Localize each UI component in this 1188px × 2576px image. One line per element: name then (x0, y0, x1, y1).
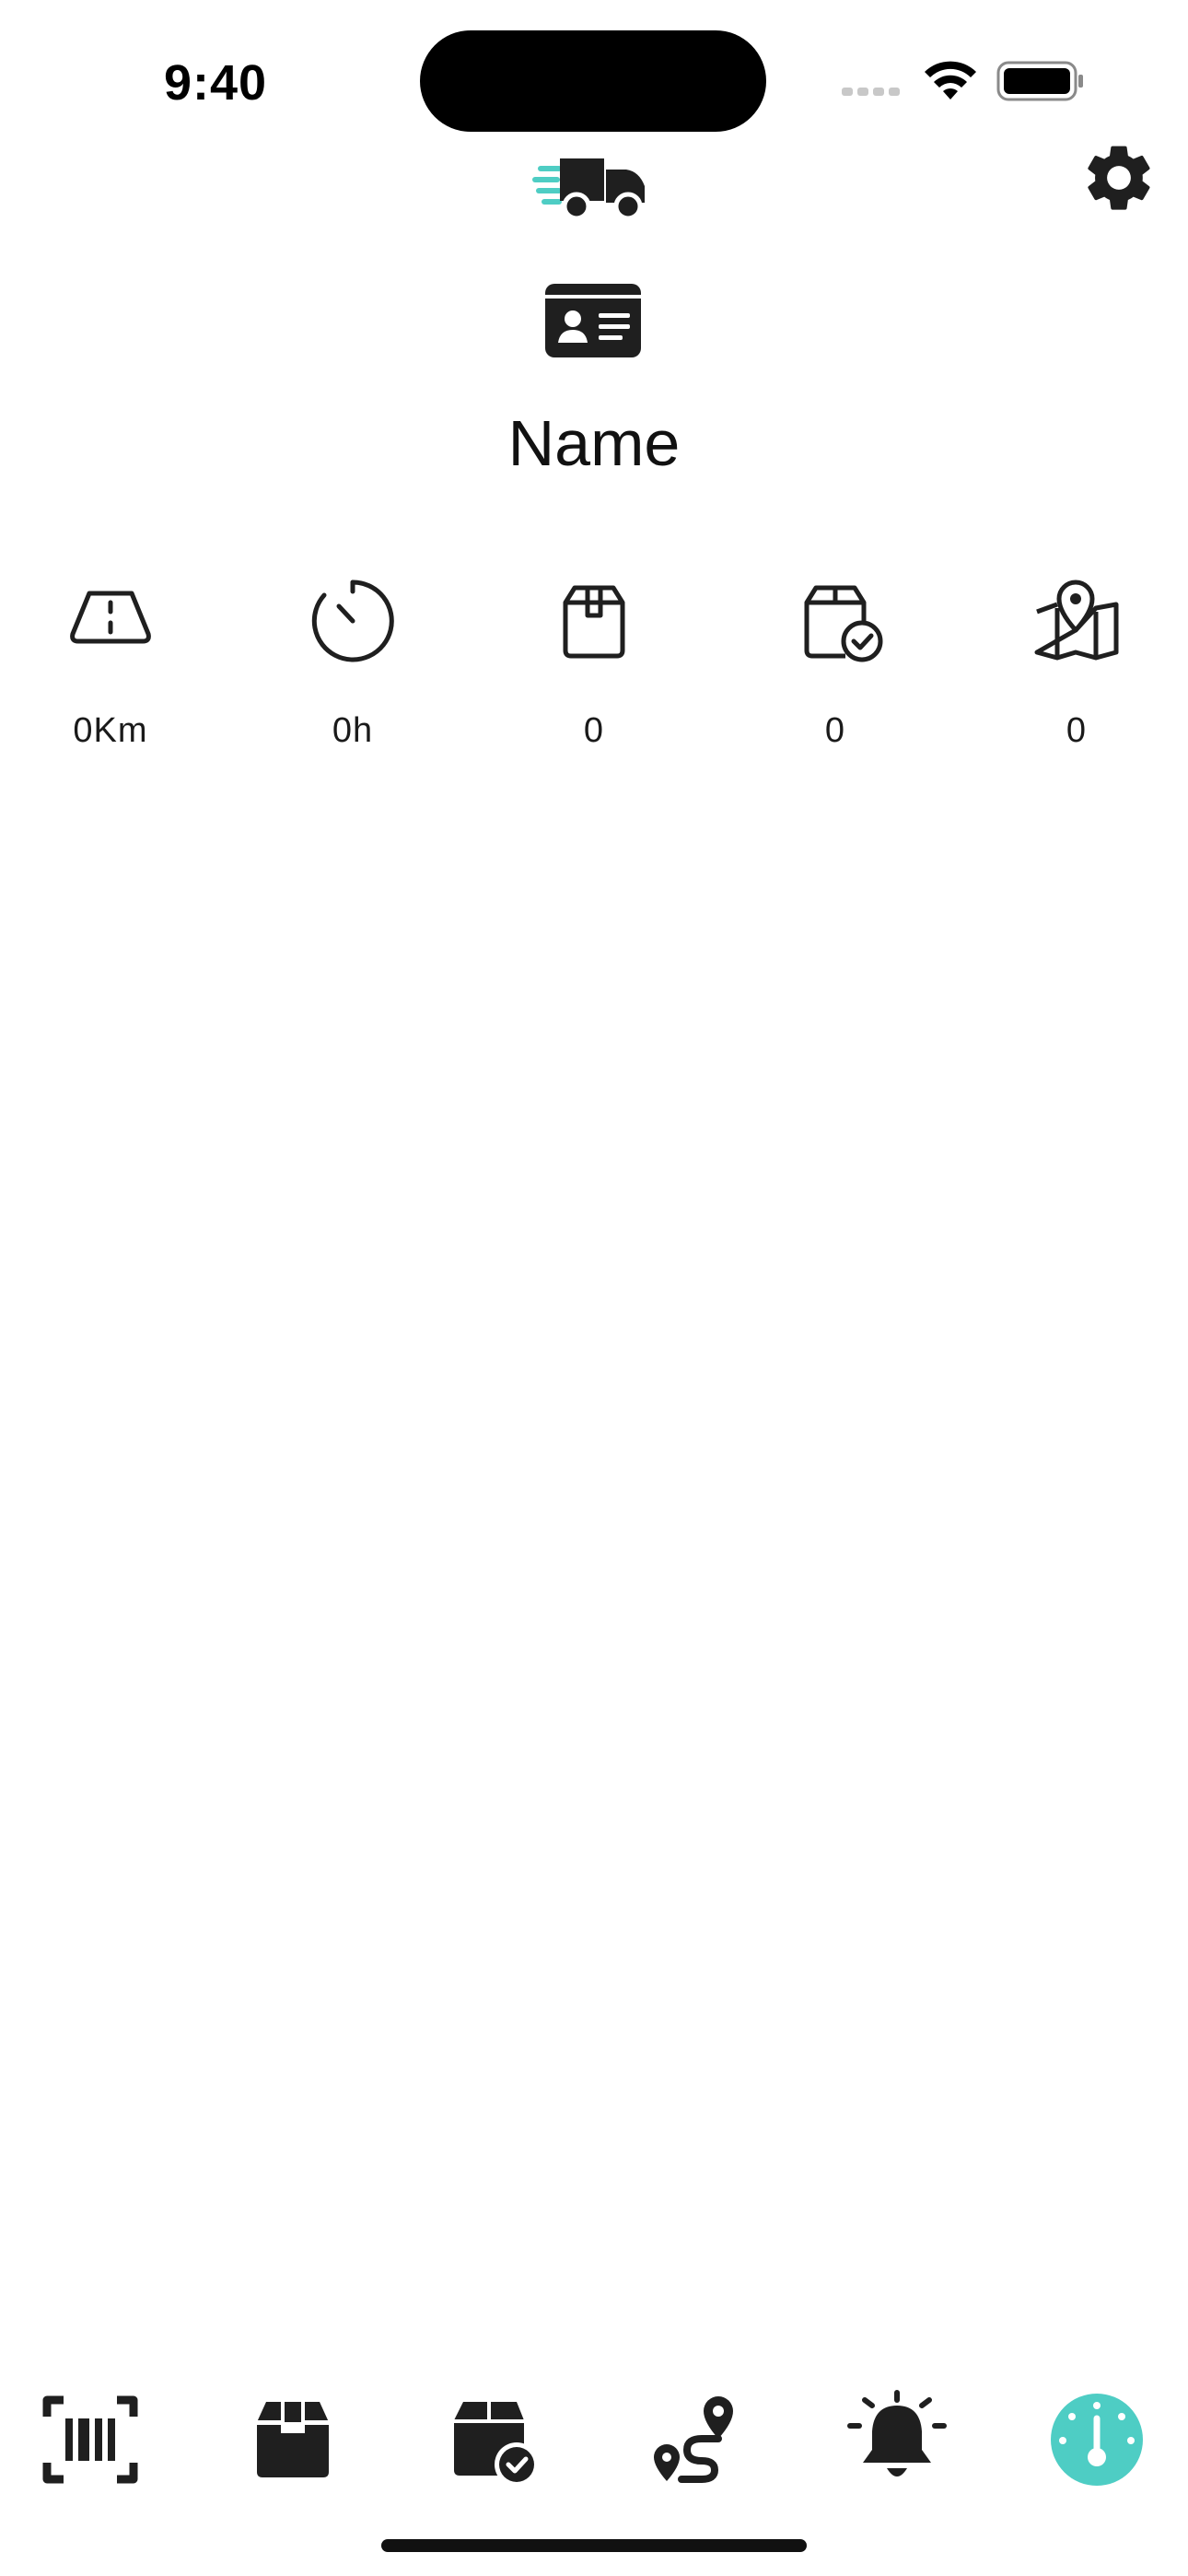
stat-stops-value: 0 (1066, 711, 1088, 750)
map-pin-icon (1034, 580, 1119, 661)
delivered-package-icon (454, 2402, 539, 2487)
status-time: 9:40 (164, 55, 268, 111)
cellular-signal-icon (842, 88, 900, 96)
tab-route[interactable] (640, 2384, 751, 2495)
package-icon (257, 2402, 329, 2477)
stat-time-value: 0h (332, 711, 374, 750)
stat-packages-value: 0 (583, 711, 605, 750)
tab-dashboard[interactable] (1042, 2384, 1152, 2495)
tab-scan[interactable] (35, 2384, 146, 2495)
dashboard-gauge-icon (1051, 2394, 1143, 2486)
wifi-icon (925, 61, 976, 100)
settings-gear-button[interactable] (1079, 138, 1159, 217)
stat-delivered-value: 0 (824, 711, 846, 750)
stat-stops: 0 (984, 571, 1169, 774)
timer-icon (311, 580, 394, 662)
barcode-scan-icon (42, 2395, 138, 2484)
alarm-bell-icon (847, 2390, 947, 2476)
tab-notifications[interactable] (842, 2384, 952, 2495)
stat-time: 0h (261, 571, 445, 774)
dynamic-island (420, 30, 766, 132)
package-icon (563, 585, 625, 659)
tab-packages[interactable] (238, 2384, 348, 2495)
home-indicator (381, 2539, 807, 2552)
stat-delivered: 0 (743, 571, 927, 774)
battery-icon (996, 61, 1083, 101)
truck-logo-icon (532, 158, 645, 221)
stat-distance: 0Km (18, 571, 203, 774)
road-icon (70, 591, 151, 644)
stat-packages: 0 (502, 571, 686, 774)
id-card-icon (545, 284, 641, 357)
tab-delivered[interactable] (438, 2384, 549, 2495)
package-check-icon (804, 585, 883, 662)
route-icon (654, 2396, 733, 2483)
stat-distance-value: 0Km (73, 711, 148, 750)
driver-name: Name (507, 407, 681, 479)
